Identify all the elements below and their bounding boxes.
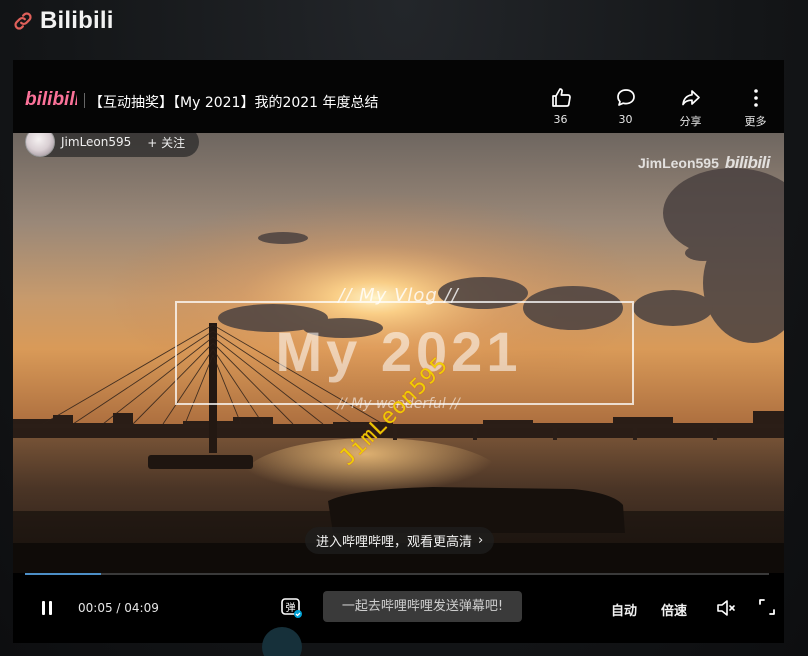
progress-fill [25, 573, 101, 575]
chevron-right-icon: › [478, 533, 484, 548]
follow-button[interactable]: + 关注 [147, 134, 185, 151]
volume-muted-icon[interactable] [715, 597, 737, 619]
video-watermark: JimLeon595 bilibili [637, 153, 771, 173]
video-title[interactable]: 【互动抽奖】【My 2021】我的2021 年度总结 [89, 92, 379, 112]
header-divider [84, 93, 85, 108]
more-button[interactable]: 更多 [723, 86, 784, 129]
time-display: 00:05 / 04:09 [78, 601, 159, 615]
open-in-app-button[interactable]: 进入哔哩哔哩，观看更高清 › [305, 527, 495, 554]
time-total: 04:09 [124, 601, 159, 615]
progress-bar[interactable] [25, 573, 769, 575]
uploader-name[interactable]: JimLeon595 [61, 135, 131, 149]
page: Bilibili bilibili 【互动抽奖】【My 2021】我的2021 … [0, 0, 808, 656]
like-count: 36 [553, 113, 568, 126]
more-icon [753, 89, 758, 107]
svg-text:弹: 弹 [286, 601, 296, 614]
thumbs-up-icon [551, 88, 571, 107]
watermark-brand: bilibili [724, 153, 771, 172]
title-card-subtitle: // My Vlog // [338, 285, 459, 306]
link-icon[interactable] [12, 10, 34, 32]
danmaku-toggle-icon[interactable]: 弹 [279, 595, 303, 619]
bilibili-logo[interactable]: bilibili [25, 87, 77, 111]
uploader-chip[interactable]: JimLeon595 + 关注 [25, 133, 200, 157]
fullscreen-icon[interactable] [757, 597, 777, 617]
comment-count: 30 [618, 113, 633, 126]
watermark-user: JimLeon595 [637, 155, 719, 171]
svg-text:bilibili: bilibili [25, 89, 77, 110]
more-label: 更多 [744, 115, 767, 128]
open-in-app-label: 进入哔哩哔哩，观看更高清 [316, 535, 473, 550]
comment-button[interactable]: 30 [593, 86, 658, 129]
share-button[interactable]: 分享 [658, 86, 723, 129]
quality-auto-button[interactable]: 自动 [611, 600, 637, 619]
time-current: 00:05 [78, 601, 113, 615]
time-separator: / [112, 601, 125, 615]
danmaku-input[interactable] [323, 591, 522, 622]
action-group: 36 30 分享 更多 [528, 86, 784, 129]
share-label: 分享 [679, 115, 702, 128]
share-icon [681, 90, 700, 106]
top-bar: Bilibili [12, 6, 114, 36]
video-player: bilibili 【互动抽奖】【My 2021】我的2021 年度总结 36 3… [13, 60, 784, 643]
like-button[interactable]: 36 [528, 86, 593, 129]
title-card-heading: My 2021 [275, 320, 522, 383]
control-bar: 00:05 / 04:09 弹 自动 倍速 [13, 573, 784, 643]
comment-icon [616, 89, 635, 106]
avatar[interactable] [25, 133, 55, 157]
playback-speed-button[interactable]: 倍速 [661, 600, 687, 619]
site-title[interactable]: Bilibili [40, 7, 114, 35]
pause-icon[interactable] [39, 600, 55, 616]
player-header: bilibili 【互动抽奖】【My 2021】我的2021 年度总结 36 3… [13, 60, 784, 133]
video-frame[interactable]: JimLeon595 + 关注 JimLeon595 bilibili // M… [13, 133, 784, 573]
